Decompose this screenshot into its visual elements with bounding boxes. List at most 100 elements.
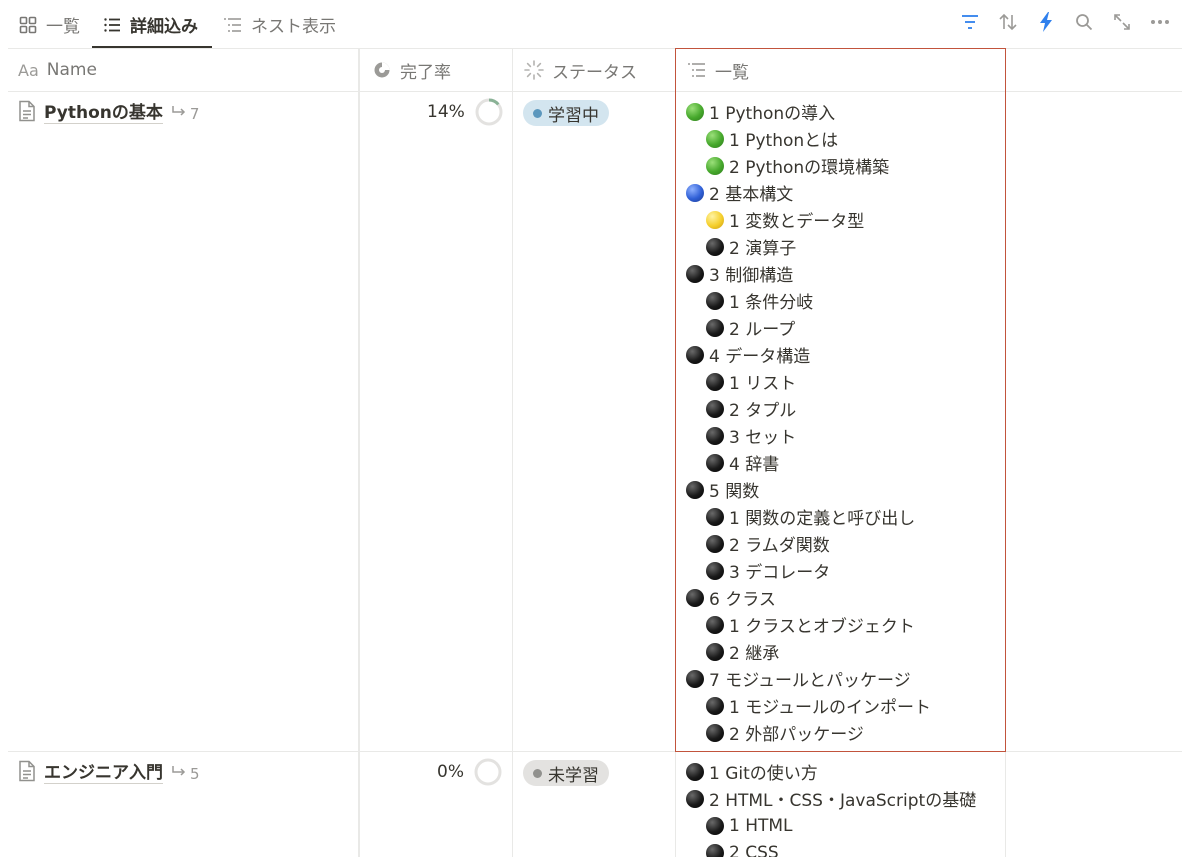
list-item-text: 7 モジュールとパッケージ <box>709 671 911 691</box>
progress-pie-icon <box>372 60 392 80</box>
list-item-text: 3 制御構造 <box>709 266 794 286</box>
list-item-text: 2 演算子 <box>729 239 797 259</box>
list-item: 1 条件分岐 <box>686 287 931 314</box>
search-icon[interactable] <box>1072 10 1096 34</box>
list-item: 5 関数 <box>686 476 931 503</box>
black-circle-icon <box>706 816 724 835</box>
column-header-label: 完了率 <box>400 62 451 83</box>
sub-item-arrow-icon <box>171 765 187 783</box>
black-circle-icon <box>706 372 724 391</box>
list-item: 2 タプル <box>686 395 931 422</box>
black-circle-icon <box>706 843 724 857</box>
list-item-text: 1 リスト <box>729 374 797 394</box>
black-circle-icon <box>706 426 724 445</box>
progress-cell: 0% <box>437 758 502 786</box>
list-item: 1 モジュールのインポート <box>686 692 931 719</box>
list-item-text: 1 変数とデータ型 <box>729 212 865 232</box>
more-icon[interactable] <box>1148 10 1172 34</box>
column-header-label: Name <box>46 60 97 80</box>
column-header-label: ステータス <box>552 62 637 83</box>
database-table: Aa Name 完了率 ステータス 一覧 Pythonの基本 7 14% 学習中… <box>0 49 1200 857</box>
page-icon <box>18 760 36 787</box>
list-item-text: 1 Gitの使い方 <box>709 764 818 784</box>
column-header-status[interactable]: ステータス <box>524 49 637 91</box>
automation-bolt-icon[interactable] <box>1034 10 1058 34</box>
table-row-title[interactable]: エンジニア入門 5 <box>18 760 200 787</box>
list-item-text: 2 HTML・CSS・JavaScriptの基礎 <box>709 791 977 811</box>
column-header-label: 一覧 <box>715 62 749 83</box>
progress-ring <box>474 758 502 786</box>
status-label: 未学習 <box>548 765 599 786</box>
list-item: 7 モジュールとパッケージ <box>686 665 931 692</box>
list-item: 4 辞書 <box>686 449 931 476</box>
expand-icon[interactable] <box>1110 10 1134 34</box>
page-title-link[interactable]: エンジニア入門 <box>44 763 163 784</box>
filter-icon[interactable] <box>958 10 982 34</box>
list-item: 2 外部パッケージ <box>686 719 931 746</box>
toolbar <box>958 10 1172 34</box>
column-divider <box>358 49 360 857</box>
column-header-name[interactable]: Aa Name <box>18 49 97 91</box>
column-header-list[interactable]: 一覧 <box>687 49 749 91</box>
status-badge[interactable]: 学習中 <box>523 100 609 126</box>
list-item: 2 HTML・CSS・JavaScriptの基礎 <box>686 785 976 812</box>
table-row-title[interactable]: Pythonの基本 7 <box>18 100 199 127</box>
status-dot <box>533 108 542 118</box>
tab-detailed[interactable]: 詳細込み <box>102 0 198 49</box>
list-item-text: 1 モジュールのインポート <box>729 698 932 718</box>
black-circle-icon <box>706 237 724 256</box>
list-item-text: 1 条件分岐 <box>729 293 814 313</box>
black-circle-icon <box>706 615 724 634</box>
nested-list-icon <box>223 15 243 35</box>
status-label: 学習中 <box>548 105 599 126</box>
progress-text: 0% <box>437 762 464 782</box>
sub-item-count-value: 5 <box>190 764 200 783</box>
text-property-icon: Aa <box>18 60 39 80</box>
column-header-progress[interactable]: 完了率 <box>372 49 451 91</box>
black-circle-icon <box>706 453 724 472</box>
list-item: 1 HTML <box>686 812 976 839</box>
black-circle-icon <box>706 642 724 661</box>
sort-icon[interactable] <box>996 10 1020 34</box>
status-dot <box>533 768 542 778</box>
list-item: 6 クラス <box>686 584 931 611</box>
list-item: 4 データ構造 <box>686 341 931 368</box>
list-item: 2 ラムダ関数 <box>686 530 931 557</box>
list-item-text: 3 セット <box>729 428 797 448</box>
page-title-link[interactable]: Pythonの基本 <box>44 103 163 124</box>
tab-label: 詳細込み <box>130 17 198 37</box>
list-item-text: 1 クラスとオブジェクト <box>729 617 915 637</box>
tab-nested[interactable]: ネスト表示 <box>223 0 336 49</box>
list-item: 2 継承 <box>686 638 931 665</box>
black-circle-icon <box>686 264 704 283</box>
list-item: 1 Gitの使い方 <box>686 758 976 785</box>
progress-cell: 14% <box>427 98 503 126</box>
list-item: 2 Pythonの環境構築 <box>686 152 931 179</box>
list-item-text: 5 関数 <box>709 482 760 502</box>
progress-text: 14% <box>427 102 465 122</box>
list-item-text: 3 デコレータ <box>729 563 831 583</box>
list-icon <box>102 15 122 35</box>
black-circle-icon <box>706 561 724 580</box>
list-item: 1 変数とデータ型 <box>686 206 931 233</box>
list-item: 3 セット <box>686 422 931 449</box>
black-circle-icon <box>706 399 724 418</box>
sub-item-arrow-icon <box>171 105 187 123</box>
list-item-text: 4 データ構造 <box>709 347 811 367</box>
list-item-text: 1 関数の定義と呼び出し <box>729 509 916 529</box>
tab-gallery[interactable]: 一覧 <box>18 0 80 49</box>
yellow-circle-icon <box>706 210 724 229</box>
list-item: 2 演算子 <box>686 233 931 260</box>
list-item: 3 制御構造 <box>686 260 931 287</box>
list-item: 1 リスト <box>686 368 931 395</box>
black-circle-icon <box>686 588 704 607</box>
gallery-icon <box>18 15 38 35</box>
tab-label: 一覧 <box>46 17 80 37</box>
status-badge[interactable]: 未学習 <box>523 760 609 786</box>
list-item-text: 2 継承 <box>729 644 780 664</box>
nested-outline-list: 1 Gitの使い方 2 HTML・CSS・JavaScriptの基礎 1 HTML 2… <box>686 758 976 857</box>
column-divider <box>512 49 513 857</box>
list-item: 1 関数の定義と呼び出し <box>686 503 931 530</box>
nested-outline-list: 1 Pythonの導入 1 Pythonとは 2 Pythonの環境構築 2 基本構文… <box>686 98 931 746</box>
black-circle-icon <box>686 762 704 781</box>
